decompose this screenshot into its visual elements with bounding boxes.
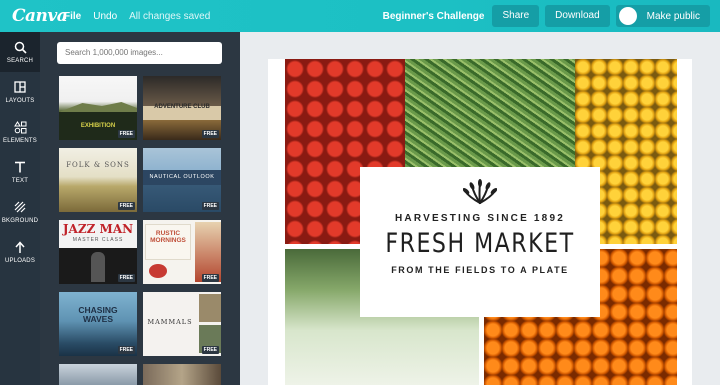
canva-logo[interactable]: Canva [12, 6, 68, 26]
uploads-icon [14, 240, 26, 255]
file-menu[interactable]: File [64, 11, 81, 22]
elements-icon [13, 120, 27, 135]
design-page[interactable]: HARVESTING SINCE 1892 FRESH MARKET FROM … [268, 59, 692, 385]
nav-background[interactable]: BKGROUND [0, 192, 40, 232]
free-badge: FREE [117, 274, 135, 282]
nav-label: UPLOADS [4, 257, 36, 264]
tagline-top[interactable]: HARVESTING SINCE 1892 [360, 213, 600, 224]
title-card[interactable]: HARVESTING SINCE 1892 FRESH MARKET FROM … [360, 167, 600, 317]
headline[interactable]: FRESH MARKET [382, 228, 579, 259]
template-panel: EXHIBITION FREE ADVENTURE CLUB FREE FOLK… [40, 32, 240, 385]
search-icon [14, 41, 27, 55]
make-public-label: Make public [646, 10, 700, 22]
template-thumb-folk-sons[interactable]: FOLK & SONS FREE [59, 148, 137, 212]
nav-search[interactable]: SEARCH [0, 32, 40, 72]
toggle-knob [618, 7, 637, 25]
search-input[interactable] [57, 42, 222, 64]
template-thumb-jazz-man[interactable]: JAZZ MAN MASTER CLASS FREE [59, 220, 137, 284]
template-thumb-adventure-club[interactable]: ADVENTURE CLUB FREE [143, 76, 221, 140]
free-badge: FREE [201, 346, 219, 354]
template-thumb-nautical-outlook[interactable]: NAUTICAL OUTLOOK FREE [143, 148, 221, 212]
download-button[interactable]: Download [545, 5, 610, 27]
template-thumb[interactable] [143, 364, 221, 385]
free-badge: FREE [201, 130, 219, 138]
design-canvas-area: HARVESTING SINCE 1892 FRESH MARKET FROM … [240, 32, 720, 385]
save-status: All changes saved [129, 10, 211, 22]
template-thumb-exhibition[interactable]: EXHIBITION FREE [59, 76, 137, 140]
make-public-toggle[interactable]: Make public [615, 5, 710, 27]
free-badge: FREE [201, 202, 219, 210]
share-button[interactable]: Share [492, 5, 540, 27]
project-title[interactable]: Beginner's Challenge [383, 11, 485, 22]
undo-button[interactable]: Undo [93, 11, 117, 22]
nav-uploads[interactable]: UPLOADS [0, 232, 40, 272]
text-icon [14, 161, 26, 175]
thumb-title: FOLK & SONS [66, 161, 130, 169]
nav-elements[interactable]: ELEMENTS [0, 112, 40, 152]
free-badge: FREE [117, 130, 135, 138]
left-nav: SEARCH LAYOUTS ELEMENTS TEXT BKGROUND UP… [0, 32, 40, 385]
thumb-title: MAMMALS [147, 318, 193, 326]
nav-text[interactable]: TEXT [0, 152, 40, 192]
free-badge: FREE [117, 346, 135, 354]
nav-label: SEARCH [6, 57, 34, 64]
thumb-title: CHASING WAVES [78, 305, 118, 324]
wheat-icon [463, 179, 497, 205]
top-bar: Canva File Undo All changes saved Beginn… [0, 0, 720, 32]
tagline-bottom[interactable]: FROM THE FIELDS TO A PLATE [360, 265, 600, 275]
nav-label: TEXT [11, 177, 29, 184]
green-beans-photo[interactable] [405, 59, 575, 167]
nav-label: LAYOUTS [5, 97, 35, 104]
thumb-title: ADVENTURE CLUB [154, 104, 210, 110]
background-icon [14, 201, 26, 215]
nav-label: BKGROUND [1, 217, 39, 224]
thumb-title: EXHIBITION [80, 123, 116, 129]
top-actions: Beginner's Challenge Share Download Make… [383, 5, 710, 27]
free-badge: FREE [117, 202, 135, 210]
template-thumb-chasing-waves[interactable]: CHASING WAVES FREE [59, 292, 137, 356]
template-thumb-rustic-mornings[interactable]: RUSTIC MORNINGS FREE [143, 220, 221, 284]
template-thumb-mammals[interactable]: MAMMALS FREE [143, 292, 221, 356]
nav-layouts[interactable]: LAYOUTS [0, 72, 40, 112]
template-thumb[interactable] [59, 364, 137, 385]
thumb-title: NAUTICAL OUTLOOK [149, 174, 215, 180]
thumb-subtitle: MASTER CLASS [72, 237, 124, 243]
thumb-title: JAZZ MAN [62, 222, 134, 236]
thumb-title: RUSTIC MORNINGS [150, 230, 186, 244]
nav-label: ELEMENTS [3, 137, 37, 144]
free-badge: FREE [201, 274, 219, 282]
layouts-icon [14, 80, 26, 95]
